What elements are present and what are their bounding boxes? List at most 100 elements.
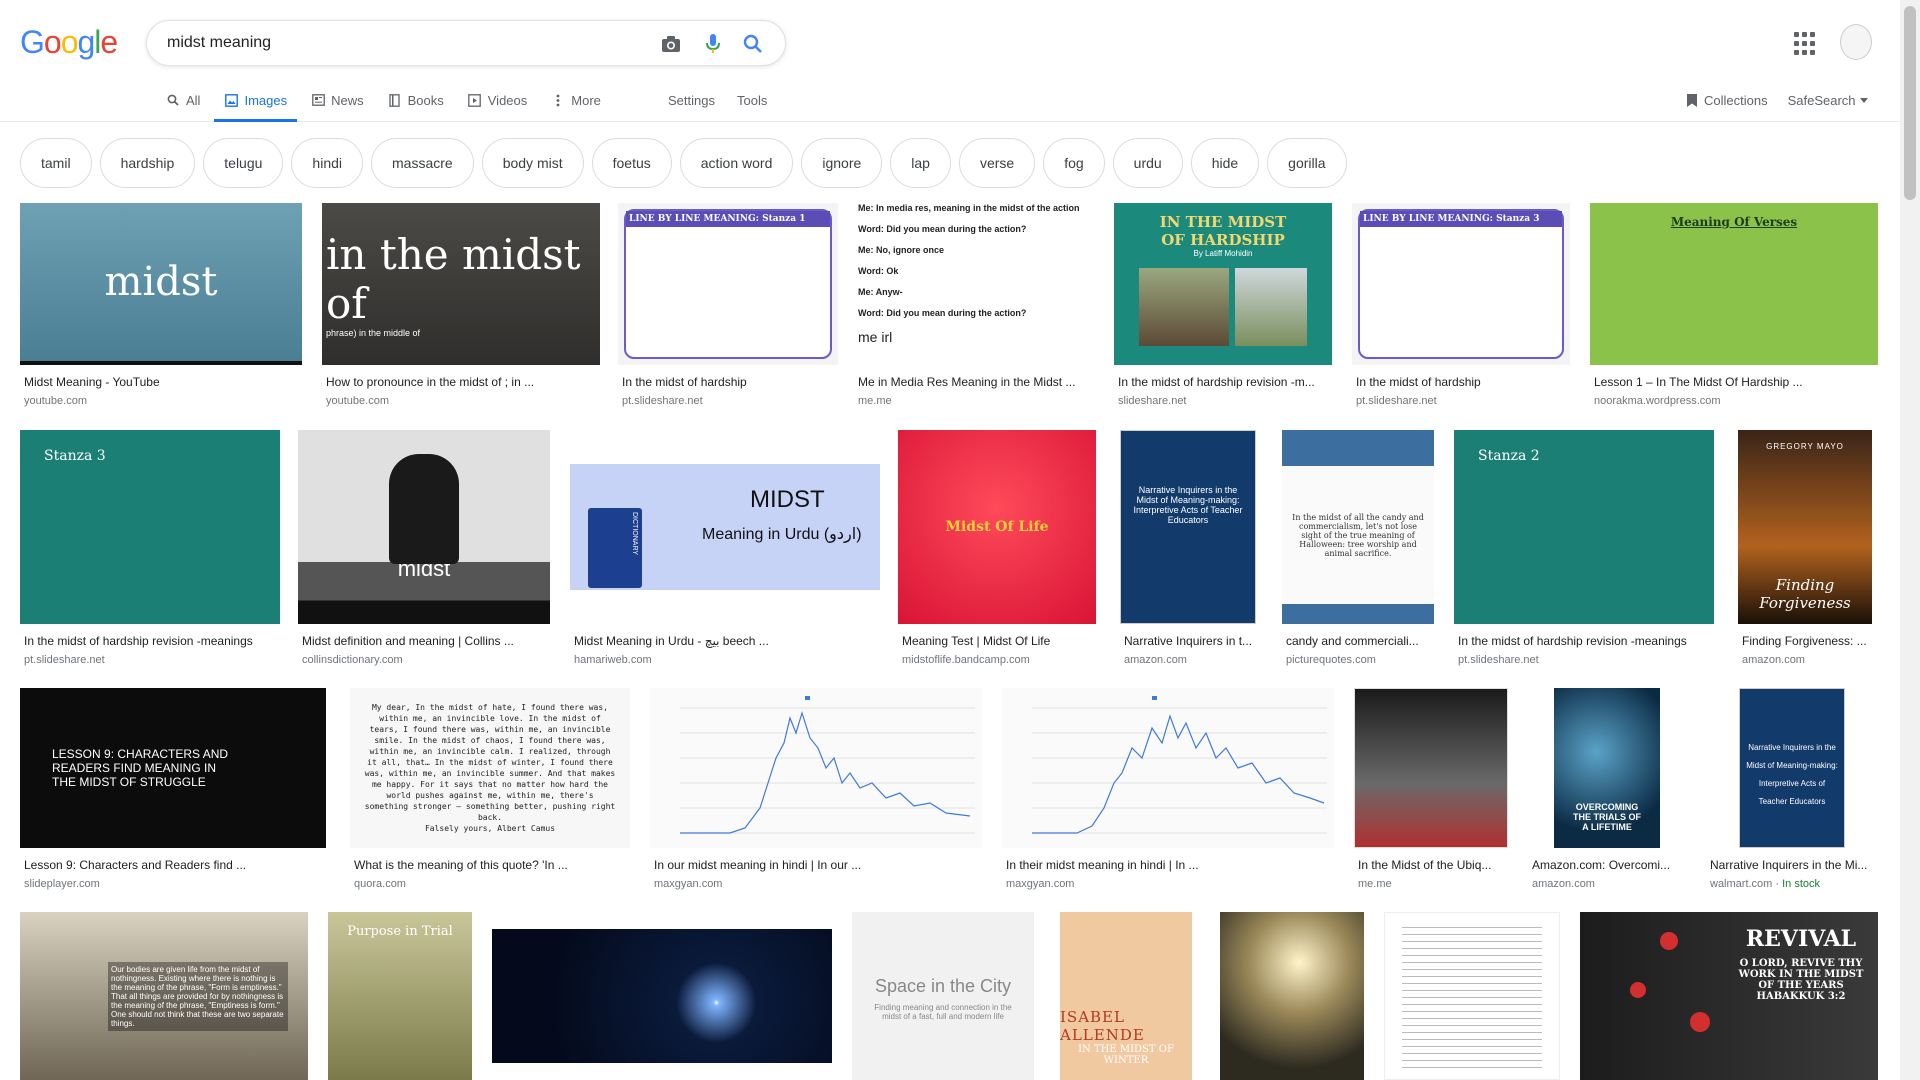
search-icon[interactable]: [741, 32, 765, 56]
chip[interactable]: ignore: [801, 138, 883, 188]
safesearch-dropdown[interactable]: SafeSearch: [1788, 93, 1868, 108]
result-title[interactable]: What is the meaning of this quote? 'In .…: [354, 858, 630, 872]
result-thumbnail[interactable]: LINE BY LINE MEANING: Stanza 1: [618, 203, 838, 365]
result-title[interactable]: In the midst of hardship revision -meani…: [1458, 634, 1714, 648]
result-title[interactable]: Meaning Test | Midst Of Life: [902, 634, 1098, 648]
result-source[interactable]: midstoflife.bandcamp.com: [902, 654, 1030, 666]
tab-all[interactable]: All: [166, 82, 210, 118]
chip[interactable]: action word: [679, 138, 794, 188]
avatar[interactable]: [1840, 24, 1872, 60]
apps-grid-icon[interactable]: [1794, 32, 1818, 56]
result-thumbnail[interactable]: Purpose in Trial: [328, 912, 472, 1080]
result-thumbnail[interactable]: [492, 912, 832, 1080]
chip[interactable]: telugu: [203, 138, 284, 188]
result-title[interactable]: In the midst of hardship: [1356, 375, 1570, 389]
result-source[interactable]: maxgyan.com: [1006, 878, 1074, 890]
result-source[interactable]: hamariweb.com: [574, 654, 652, 666]
result-source[interactable]: youtube.com: [24, 395, 87, 407]
tab-videos[interactable]: Videos: [468, 82, 538, 118]
result-source[interactable]: walmart.com · In stock: [1710, 878, 1820, 890]
result-thumbnail[interactable]: Our bodies are given life from the midst…: [20, 912, 308, 1080]
result-source[interactable]: me.me: [858, 395, 892, 407]
result-thumbnail[interactable]: Narrative Inquirers in the Midst of Mean…: [1706, 688, 1878, 848]
result-thumbnail[interactable]: [1384, 912, 1560, 1080]
result-source[interactable]: slideplayer.com: [24, 878, 100, 890]
result-thumbnail[interactable]: Meaning Of Verses: [1590, 203, 1878, 365]
result-thumbnail[interactable]: LESSON 9: CHARACTERS AND READERS FIND ME…: [20, 688, 326, 848]
result-source[interactable]: slideshare.net: [1118, 395, 1187, 407]
result-title[interactable]: How to pronounce in the midst of ; in ..…: [326, 375, 600, 389]
result-source[interactable]: amazon.com: [1742, 654, 1805, 666]
result-source[interactable]: me.me: [1358, 878, 1392, 890]
tab-books[interactable]: Books: [388, 82, 454, 118]
chip[interactable]: hindi: [291, 138, 364, 188]
result-source[interactable]: noorakma.wordpress.com: [1594, 395, 1721, 407]
search-input[interactable]: [167, 31, 627, 55]
tab-images[interactable]: Images: [214, 82, 297, 122]
result-thumbnail[interactable]: OVERCOMING THE TRIALS OF A LIFETIME: [1528, 688, 1686, 848]
google-logo[interactable]: Google: [20, 24, 118, 61]
result-title[interactable]: Me in Media Res Meaning in the Midst ...: [858, 375, 1094, 389]
result-source[interactable]: amazon.com: [1124, 654, 1187, 666]
result-title[interactable]: In their midst meaning in hindi | In ...: [1006, 858, 1334, 872]
chip[interactable]: verse: [958, 138, 1036, 188]
result-thumbnail[interactable]: midst: [298, 430, 550, 624]
result-source[interactable]: collinsdictionary.com: [302, 654, 403, 666]
result-title[interactable]: Midst definition and meaning | Collins .…: [302, 634, 552, 648]
result-thumbnail[interactable]: Narrative Inquirers in the Midst of Mean…: [1120, 430, 1256, 624]
result-thumbnail[interactable]: Midst Of Life: [898, 430, 1096, 624]
result-source[interactable]: youtube.com: [326, 395, 389, 407]
result-title[interactable]: candy and commerciali...: [1286, 634, 1436, 648]
camera-icon[interactable]: [659, 32, 683, 56]
result-title[interactable]: Lesson 9: Characters and Readers find ..…: [24, 858, 324, 872]
chip[interactable]: hardship: [99, 138, 196, 188]
tab-news[interactable]: News: [311, 82, 374, 118]
result-thumbnail[interactable]: [650, 688, 982, 848]
chip[interactable]: massacre: [371, 138, 474, 188]
result-source[interactable]: amazon.com: [1532, 878, 1595, 890]
result-title[interactable]: In the midst of hardship revision -m...: [1118, 375, 1332, 389]
result-source[interactable]: pt.slideshare.net: [24, 654, 105, 666]
result-thumbnail[interactable]: My dear, In the midst of hate, I found t…: [350, 688, 630, 848]
result-thumbnail[interactable]: GREGORY MAYO Finding Forgiveness: [1738, 430, 1872, 624]
chip[interactable]: hide: [1190, 138, 1260, 188]
result-thumbnail[interactable]: ISABEL ALLENDE IN THE MIDST OF WINTER: [1060, 912, 1192, 1080]
scrollbar-thumb[interactable]: [1904, 6, 1916, 200]
chip[interactable]: foetus: [591, 138, 672, 188]
result-source[interactable]: pt.slideshare.net: [1458, 654, 1539, 666]
tab-more[interactable]: More: [551, 82, 611, 118]
result-title[interactable]: Lesson 1 – In The Midst Of Hardship ...: [1594, 375, 1878, 389]
chip[interactable]: urdu: [1112, 138, 1183, 188]
result-thumbnail[interactable]: in the midst of phrase) in the middle of: [322, 203, 600, 365]
microphone-icon[interactable]: [701, 32, 725, 56]
chip[interactable]: tamil: [20, 138, 92, 188]
result-source[interactable]: pt.slideshare.net: [622, 395, 703, 407]
result-title[interactable]: Amazon.com: Overcomi...: [1532, 858, 1686, 872]
result-thumbnail[interactable]: [1220, 912, 1364, 1080]
result-thumbnail[interactable]: [1354, 688, 1508, 848]
result-thumbnail[interactable]: Stanza 3: [20, 430, 280, 624]
result-thumbnail[interactable]: [1002, 688, 1334, 848]
result-thumbnail[interactable]: Space in the City Finding meaning and co…: [852, 912, 1034, 1080]
result-title[interactable]: In the midst of hardship revision -meani…: [24, 634, 284, 648]
result-thumbnail[interactable]: IN THE MIDST OF HARDSHIP By Latiff Mohid…: [1114, 203, 1332, 365]
result-thumbnail[interactable]: Stanza 2: [1454, 430, 1714, 624]
result-title[interactable]: In the midst of hardship: [622, 375, 838, 389]
result-thumbnail[interactable]: In the midst of all the candy and commer…: [1282, 430, 1434, 624]
result-title[interactable]: Finding Forgiveness: ...: [1742, 634, 1872, 648]
result-title[interactable]: In our midst meaning in hindi | In our .…: [654, 858, 982, 872]
result-thumbnail[interactable]: REVIVAL O LORD, REVIVE THY WORK IN THE M…: [1580, 912, 1878, 1080]
result-thumbnail[interactable]: midst: [20, 203, 302, 365]
result-title[interactable]: Midst Meaning - YouTube: [24, 375, 304, 389]
result-thumbnail[interactable]: LINE BY LINE MEANING: Stanza 3: [1352, 203, 1570, 365]
result-thumbnail[interactable]: DICTIONARY MIDST Meaning in Urdu (اردو): [570, 430, 880, 624]
result-source[interactable]: pt.slideshare.net: [1356, 395, 1437, 407]
chip[interactable]: body mist: [481, 138, 584, 188]
settings-link[interactable]: Settings: [668, 93, 715, 108]
chip[interactable]: fog: [1043, 138, 1105, 188]
result-title[interactable]: In the Midst of the Ubiq...: [1358, 858, 1508, 872]
result-source[interactable]: picturequotes.com: [1286, 654, 1376, 666]
result-title[interactable]: Midst Meaning in Urdu - بیچ beech ...: [574, 634, 880, 648]
vertical-scrollbar[interactable]: [1900, 0, 1920, 1080]
chip[interactable]: lap: [890, 138, 951, 188]
